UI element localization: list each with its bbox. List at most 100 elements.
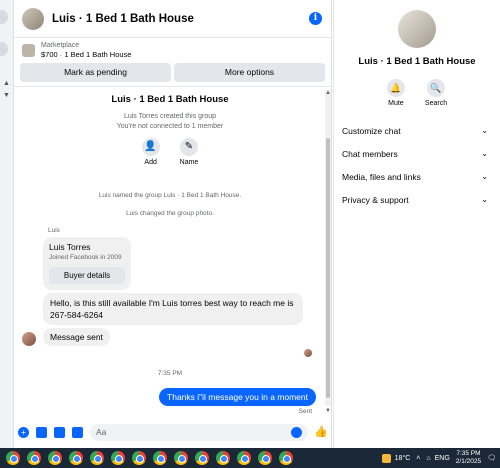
- message-placeholder: Aa: [96, 427, 107, 437]
- chrome-icon[interactable]: [174, 451, 188, 465]
- chrome-icon[interactable]: [258, 451, 272, 465]
- mute-button[interactable]: 🔔 Mute: [386, 79, 405, 107]
- sidebar-item[interactable]: [0, 42, 8, 56]
- system-message: Luis named the group Luis · 1 Bed 1 Bath…: [98, 192, 242, 199]
- info-icon[interactable]: i: [309, 12, 322, 25]
- group-title: Luis · 1 Bed 1 Bath House: [111, 94, 229, 105]
- chevron-up-icon[interactable]: ˄: [416, 455, 420, 462]
- scroll-up-arrow[interactable]: ▲: [325, 90, 331, 96]
- sticker-icon[interactable]: [54, 426, 65, 438]
- pencil-icon: ✎: [180, 138, 198, 156]
- clock-date: 2/1/2025: [455, 458, 482, 465]
- taskbar-apps: [0, 451, 293, 465]
- seen-avatar: [304, 349, 312, 357]
- media-files-section[interactable]: Media, files and links ⌄: [334, 165, 500, 188]
- chrome-icon[interactable]: [153, 451, 167, 465]
- name-button[interactable]: ✎ Name: [179, 138, 199, 166]
- taskbar: 18°C ˄ ⌂ ENG 7:35 PM 2/1/2025 🗨: [0, 448, 500, 468]
- add-person-icon: 👤: [141, 138, 160, 156]
- buyer-details-button[interactable]: Buyer details: [49, 267, 125, 284]
- group-created-text: Luis Torres created this group: [123, 113, 217, 120]
- chat-members-section[interactable]: Chat members ⌄: [334, 142, 500, 165]
- sent-status: Sent: [298, 408, 312, 415]
- listing-thumbnail: [22, 44, 35, 57]
- weather-icon[interactable]: [381, 453, 391, 463]
- message-input[interactable]: Aa: [90, 423, 308, 441]
- chrome-icon[interactable]: [69, 451, 83, 465]
- sender-name: Luis: [48, 227, 60, 234]
- mute-label: Mute: [388, 100, 404, 107]
- privacy-support-section[interactable]: Privacy & support ⌄: [334, 188, 500, 211]
- chevron-down-icon: ⌄: [481, 126, 488, 135]
- emoji-icon[interactable]: [291, 426, 302, 438]
- incoming-message[interactable]: Hello, is this still available I'm Luis …: [43, 293, 303, 325]
- chat-header: Luis · 1 Bed 1 Bath House i: [14, 0, 331, 38]
- language-indicator[interactable]: ENG: [435, 455, 450, 462]
- search-icon: 🔍: [427, 79, 445, 97]
- gif-icon[interactable]: [72, 426, 83, 438]
- chrome-icon[interactable]: [216, 451, 230, 465]
- message-timestamp: 7:35 PM: [157, 370, 183, 377]
- listing-actions: Mark as pending More options: [14, 61, 331, 87]
- chat-panel: Luis · 1 Bed 1 Bath House i Marketplace …: [14, 0, 332, 448]
- message-thread: Luis · 1 Bed 1 Bath House Luis Torres cr…: [14, 90, 326, 420]
- chat-title[interactable]: Luis · 1 Bed 1 Bath House: [52, 13, 309, 25]
- group-actions: 👤 Add ✎ Name: [14, 138, 326, 166]
- taskbar-clock[interactable]: 7:35 PM 2/1/2025: [456, 450, 481, 466]
- add-label: Add: [144, 159, 157, 166]
- image-icon[interactable]: [36, 426, 47, 438]
- chrome-icon[interactable]: [132, 451, 146, 465]
- mark-as-pending-button[interactable]: Mark as pending: [20, 63, 171, 82]
- incoming-message-row: Message sent: [14, 328, 326, 346]
- scroll-thumb[interactable]: [326, 138, 330, 398]
- composer: + Aa 👍: [14, 422, 332, 442]
- section-label: Customize chat: [342, 125, 401, 136]
- scroll-up-arrow[interactable]: ▲: [3, 80, 10, 87]
- chrome-icon[interactable]: [90, 451, 104, 465]
- plus-icon[interactable]: +: [18, 426, 29, 438]
- system-message: Luis changed the group photo.: [126, 210, 214, 217]
- sender-avatar[interactable]: [22, 332, 36, 346]
- buyer-name: Luis Torres: [49, 242, 91, 252]
- search-button[interactable]: 🔍 Search: [425, 79, 447, 107]
- system-tray: 18°C ˄ ⌂ ENG 7:35 PM 2/1/2025 🗨: [381, 448, 500, 468]
- buyer-card: Luis Torres Joined Facebook in 2009 Buye…: [43, 237, 131, 290]
- more-options-button[interactable]: More options: [174, 63, 325, 82]
- chevron-down-icon: ⌄: [481, 172, 488, 181]
- chevron-down-icon: ⌄: [481, 195, 488, 204]
- marketplace-label: Marketplace: [41, 42, 80, 49]
- section-label: Chat members: [342, 148, 398, 159]
- chrome-icon[interactable]: [237, 451, 251, 465]
- notification-icon[interactable]: 🗨: [487, 454, 496, 462]
- connection-text: You're not connected to 1 member: [116, 123, 224, 130]
- chrome-icon[interactable]: [27, 451, 41, 465]
- buyer-joined: Joined Facebook in 2009: [49, 254, 122, 261]
- temperature[interactable]: 18°C: [395, 455, 411, 462]
- name-label: Name: [179, 159, 199, 166]
- sidebar-item[interactable]: [0, 10, 8, 24]
- thread-scrollbar[interactable]: ▲ ▼: [325, 90, 331, 414]
- incoming-message[interactable]: Message sent: [43, 328, 110, 346]
- chrome-icon[interactable]: [279, 451, 293, 465]
- clock-time: 7:35 PM: [456, 450, 481, 457]
- marketplace-listing[interactable]: Marketplace $700 · 1 Bed 1 Bath House: [14, 38, 331, 61]
- search-label: Search: [424, 100, 448, 107]
- chrome-icon[interactable]: [48, 451, 62, 465]
- chrome-icon[interactable]: [6, 451, 20, 465]
- chrome-icon[interactable]: [195, 451, 209, 465]
- details-panel: Luis · 1 Bed 1 Bath House 🔔 Mute 🔍 Searc…: [333, 0, 500, 448]
- listing-price: $700 · 1 Bed 1 Bath House: [41, 50, 132, 59]
- section-label: Media, files and links: [342, 171, 421, 182]
- scroll-down-arrow[interactable]: ▼: [325, 408, 331, 414]
- add-button[interactable]: 👤 Add: [141, 138, 160, 166]
- network-icon[interactable]: ⌂: [426, 455, 430, 462]
- thumbs-up-icon[interactable]: 👍: [314, 426, 328, 438]
- chrome-icon[interactable]: [111, 451, 125, 465]
- scroll-down-arrow[interactable]: ▼: [3, 92, 10, 99]
- group-photo[interactable]: [398, 10, 436, 48]
- group-avatar[interactable]: [22, 7, 44, 30]
- outgoing-message[interactable]: Thanks i"il message you in a moment: [159, 388, 316, 406]
- customize-chat-section[interactable]: Customize chat ⌄: [334, 119, 500, 142]
- bell-icon: 🔔: [386, 79, 405, 97]
- details-actions: 🔔 Mute 🔍 Search: [334, 79, 500, 107]
